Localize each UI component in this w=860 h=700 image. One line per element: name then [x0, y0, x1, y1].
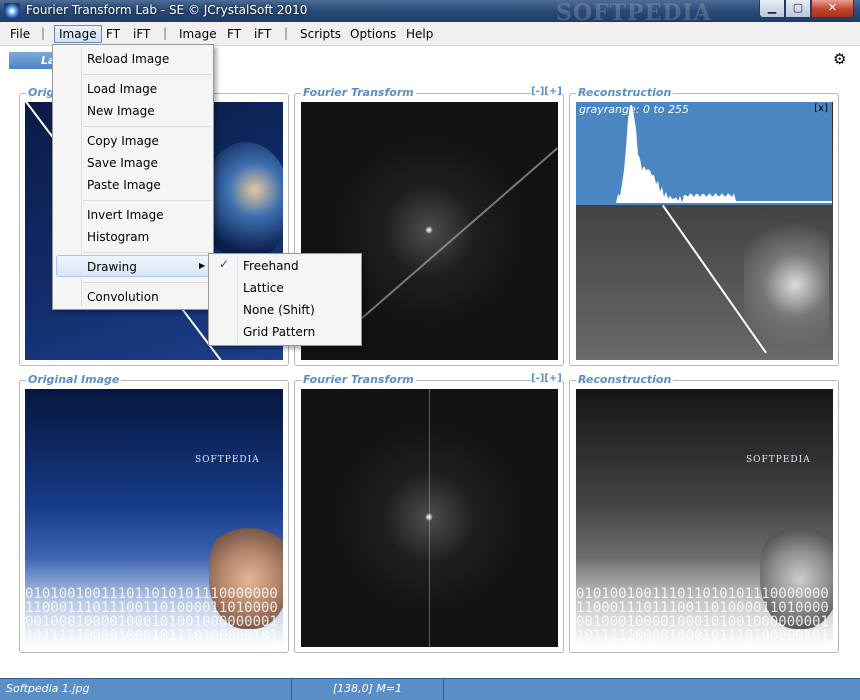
bottom-recon-label: Reconstruction — [576, 373, 674, 386]
check-icon: ✓ — [219, 257, 230, 271]
submenu-item-freehand[interactable]: Freehand — [243, 257, 299, 275]
submenu-item-none-shift[interactable]: None (Shift) — [243, 301, 315, 319]
bottom-recon-image[interactable]: SOFTPEDIA 010100100111011010101110000000… — [576, 389, 833, 647]
menu-divider — [83, 74, 211, 75]
histogram-range-text: grayrange: 0 to 255 — [579, 103, 689, 116]
histogram-close-button[interactable]: [x] — [814, 103, 828, 114]
status-bar: Softpedia 1.jpg [138,0] M=1 — [0, 678, 860, 700]
menu-divider — [83, 252, 211, 253]
close-button[interactable]: ✕ — [811, 0, 854, 18]
menu-ft[interactable]: FT — [102, 25, 124, 43]
ft-center — [425, 226, 433, 234]
bottom-original-image[interactable]: SOFTPEDIA 010100100111011010101110000000… — [25, 389, 283, 647]
bottom-original-label: Original Image — [26, 373, 122, 386]
histogram-overlay: grayrange: 0 to 255 [x] — [576, 102, 832, 205]
menu-divider — [83, 126, 211, 127]
menu-scripts[interactable]: Scripts — [296, 25, 345, 43]
maximize-button[interactable]: ▢ — [785, 0, 811, 18]
menu-file[interactable]: File — [6, 25, 34, 43]
submenu-arrow-icon: ▶ — [199, 261, 206, 270]
menu-item-paste-image[interactable]: Paste Image — [87, 176, 161, 194]
menu-separator: | — [163, 26, 168, 40]
menu-item-invert-image[interactable]: Invert Image — [87, 206, 164, 224]
menu-item-save-image[interactable]: Save Image — [87, 154, 158, 172]
top-recon-panel: grayrange: 0 to 255 [x] — [569, 93, 839, 366]
status-coords: [138,0] M=1 — [292, 679, 444, 700]
menu-divider — [83, 200, 211, 201]
image-logo: SOFTPEDIA — [195, 455, 260, 465]
image-logo: SOFTPEDIA — [746, 455, 811, 465]
menu-ft-2[interactable]: FT — [223, 25, 245, 43]
menu-ift-2[interactable]: iFT — [250, 25, 275, 43]
image-binary-pattern: 0101001001110110101011100000001100011101… — [576, 587, 829, 647]
image-binary-pattern: 0101001001110110101011100000001100011101… — [25, 587, 278, 647]
menu-item-new-image[interactable]: New Image — [87, 102, 155, 120]
menu-ift[interactable]: iFT — [129, 25, 154, 43]
app-window: Fourier Transform Lab - SE © JCrystalSof… — [0, 0, 860, 700]
bottom-ft-label: Fourier Transform — [301, 373, 416, 386]
menu-options[interactable]: Options — [346, 25, 400, 43]
minimize-button[interactable]: ▁ — [759, 0, 785, 18]
bottom-ft-panel — [294, 380, 564, 653]
menu-item-load-image[interactable]: Load Image — [87, 80, 157, 98]
menu-item-drawing[interactable]: Drawing — [87, 258, 137, 276]
menu-divider — [83, 282, 211, 283]
top-ft-label: Fourier Transform — [301, 86, 416, 99]
menu-item-copy-image[interactable]: Copy Image — [87, 132, 159, 150]
top-ft-zoom-controls[interactable]: [-][+] — [531, 86, 562, 97]
image-dropdown-menu: Reload Image Load Image New Image Copy I… — [52, 44, 214, 310]
menu-separator: | — [284, 26, 289, 40]
title-bar[interactable]: Fourier Transform Lab - SE © JCrystalSof… — [0, 0, 860, 26]
top-recon-image[interactable]: grayrange: 0 to 255 [x] — [576, 102, 833, 360]
menu-separator: | — [41, 26, 46, 40]
window-title: Fourier Transform Lab - SE © JCrystalSof… — [26, 3, 308, 17]
bottom-original-panel: SOFTPEDIA 010100100111011010101110000000… — [19, 380, 289, 653]
menu-item-reload-image[interactable]: Reload Image — [87, 50, 169, 68]
bottom-ft-image[interactable] — [301, 389, 558, 647]
bottom-recon-panel: SOFTPEDIA 010100100111011010101110000000… — [569, 380, 839, 653]
app-icon[interactable] — [4, 3, 20, 19]
menu-image[interactable]: Image — [54, 25, 102, 43]
drawing-submenu: ✓ Freehand Lattice None (Shift) Grid Pat… — [208, 253, 362, 346]
menu-bar: File | Image FT iFT | Image FT iFT | Scr… — [0, 22, 860, 46]
window-controls: ▁ ▢ ✕ — [759, 0, 854, 18]
image-blob — [744, 210, 829, 360]
menu-item-histogram[interactable]: Histogram — [87, 228, 149, 246]
gear-icon[interactable]: ⚙ — [833, 50, 846, 68]
top-recon-label: Reconstruction — [576, 86, 674, 99]
submenu-item-grid-pattern[interactable]: Grid Pattern — [243, 323, 315, 341]
menu-help[interactable]: Help — [402, 25, 437, 43]
submenu-item-lattice[interactable]: Lattice — [243, 279, 284, 297]
ft-center — [425, 513, 433, 521]
menu-item-convolution[interactable]: Convolution — [87, 288, 159, 306]
bottom-ft-zoom-controls[interactable]: [-][+] — [531, 373, 562, 384]
histogram-chart — [576, 105, 832, 203]
menu-image-2[interactable]: Image — [175, 25, 221, 43]
status-filename: Softpedia 1.jpg — [0, 679, 292, 700]
